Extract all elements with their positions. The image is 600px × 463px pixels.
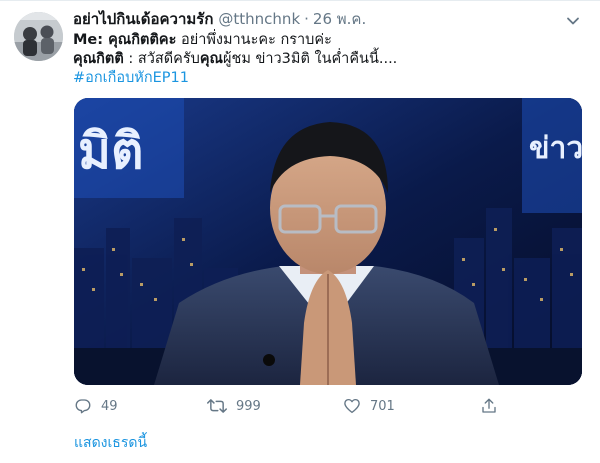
media-logo-left: มิติ xyxy=(78,122,143,180)
media-logo-right: ข่าว xyxy=(529,131,582,166)
share-icon xyxy=(482,398,496,413)
like-button[interactable]: 701 xyxy=(343,395,395,417)
retweet-count: 999 xyxy=(236,398,261,414)
tweet-text-rest: : สวัสดีครับ xyxy=(123,51,200,67)
user-handle[interactable]: @tthnchnk xyxy=(218,9,300,29)
tweet-content: อย่าไปกินเด้อความรัก @tthnchnk · 26 พ.ค.… xyxy=(73,9,583,88)
retweet-icon xyxy=(207,399,227,413)
chevron-down-icon xyxy=(567,17,579,25)
retweet-button[interactable]: 999 xyxy=(207,395,261,417)
avatar[interactable] xyxy=(14,12,63,61)
tweet-text-bold: Me: คุณกิตติคะ xyxy=(73,32,177,48)
heart-icon xyxy=(344,398,360,414)
tweet-text-line-3: #อกเกือบหักEP11 xyxy=(73,69,583,88)
reply-button[interactable]: 49 xyxy=(74,395,118,417)
tweet-card[interactable]: อย่าไปกินเด้อความรัก @tthnchnk · 26 พ.ค.… xyxy=(0,0,600,463)
tweet-header: อย่าไปกินเด้อความรัก @tthnchnk · 26 พ.ค. xyxy=(73,9,583,29)
display-name[interactable]: อย่าไปกินเด้อความรัก xyxy=(73,9,213,29)
tweet-text-line-2: คุณกิตติ : สวัสดีครับคุณผู้ชม ข่าว3มิติ … xyxy=(73,50,583,69)
like-count: 701 xyxy=(370,398,395,414)
hashtag-link[interactable]: #อกเกือบหักEP11 xyxy=(73,70,189,86)
tweet-text-line-1: Me: คุณกิตติคะ อย่าพึ่งมานะคะ กราบค่ะ xyxy=(73,31,583,50)
tweet-text: Me: คุณกิตติคะ อย่าพึ่งมานะคะ กราบค่ะ คุ… xyxy=(73,31,583,88)
tweet-timestamp[interactable]: 26 พ.ค. xyxy=(313,9,366,29)
tweet-text-bold: คุณกิตติ xyxy=(73,51,124,67)
more-options-button[interactable] xyxy=(564,12,582,30)
reply-count: 49 xyxy=(101,398,118,414)
show-thread-link[interactable]: แสดงเธรดนี้ xyxy=(74,434,147,453)
separator-dot: · xyxy=(304,10,309,28)
reply-icon xyxy=(75,399,91,414)
tweet-text-rest: ผู้ชม ข่าว3มิติ ในค่ำคืนนี้.... xyxy=(222,51,398,67)
tweet-text-rest: อย่าพึ่งมานะคะ กราบค่ะ xyxy=(176,32,332,48)
tweet-media-photo[interactable]: มิติ ข่าว xyxy=(74,98,582,385)
tweet-actions: 49 999 701 xyxy=(74,395,514,417)
share-button[interactable] xyxy=(480,395,498,417)
tweet-text-bold: คุณ xyxy=(199,51,223,67)
